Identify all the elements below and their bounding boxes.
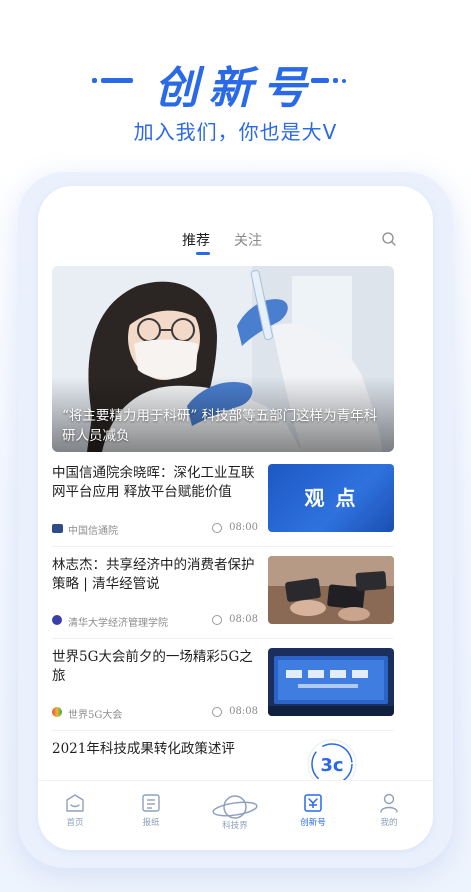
nav-label: 首页 <box>66 818 84 828</box>
active-tab-indicator <box>196 252 210 255</box>
clock-icon <box>212 523 222 533</box>
feed-tabs: 推荐 关注 <box>38 226 433 260</box>
tab-recommend[interactable]: 推荐 <box>182 230 210 250</box>
news-thumbnail: 观 点 <box>268 464 394 532</box>
news-thumbnail <box>268 648 394 716</box>
news-title: 世界5G大会前夕的一场精彩5G之旅 <box>52 649 253 684</box>
source-logo <box>52 524 63 533</box>
nav-innovation[interactable]: 创新号 <box>288 793 338 828</box>
banner-pager[interactable] <box>328 442 382 452</box>
bottom-navigation: 首页 报纸 科技界 创新号 我的 <box>38 780 433 850</box>
badge-text: 3c <box>320 755 343 776</box>
nav-home[interactable]: 首页 <box>50 793 100 828</box>
news-meta: 世界5G大会 08:08 <box>52 706 258 721</box>
news-meta: 中国信通院 08:00 <box>52 522 258 537</box>
promo-subtitle: 加入我们，你也是大V <box>133 120 338 144</box>
news-time: 08:00 <box>229 522 258 533</box>
nav-label: 报纸 <box>142 818 160 828</box>
news-time: 08:08 <box>229 706 258 717</box>
divider <box>52 730 394 731</box>
news-item[interactable]: 林志杰：共享经济中的消费者保护策略 | 清华经管说 清华大学经济管理学院 08:… <box>52 556 394 636</box>
banner-caption: “将主要精力用于科研” 科技部等五部门这样为青年科研人员减负 <box>62 408 378 444</box>
planet-icon <box>212 795 258 819</box>
profile-icon <box>380 793 398 813</box>
nav-tech-world[interactable]: 科技界 <box>210 793 260 831</box>
thumb-label: 观 点 <box>304 486 358 510</box>
divider <box>52 546 394 547</box>
divider <box>52 638 394 639</box>
promo-title: 创新号 <box>154 63 317 114</box>
tab-follow[interactable]: 关注 <box>234 230 262 250</box>
nav-newspaper[interactable]: 报纸 <box>126 793 176 828</box>
clock-icon <box>212 615 222 625</box>
news-source: 世界5G大会 <box>68 710 123 721</box>
news-item[interactable]: 世界5G大会前夕的一场精彩5G之旅 世界5G大会 08:08 <box>52 648 394 728</box>
clock-icon <box>212 707 222 717</box>
news-title: 中国信通院余晓晖：深化工业互联网平台应用 释放平台赋能价值 <box>52 465 255 500</box>
featured-banner[interactable]: “将主要精力用于科研” 科技部等五部门这样为青年科研人员减负 <box>52 266 394 452</box>
nav-label: 我的 <box>380 818 398 828</box>
innovation-icon <box>304 794 322 812</box>
source-logo <box>52 707 62 717</box>
promo-header: 创新号 加入我们，你也是大V <box>0 0 471 180</box>
newspaper-icon <box>142 794 160 812</box>
news-source: 清华大学经济管理学院 <box>68 618 168 629</box>
news-thumbnail <box>268 556 394 624</box>
phone-screen: 推荐 关注 “将主要精力用于科研” 科技部等五部门这样为青年科研人员减负 中国信… <box>38 186 433 850</box>
nav-label: 创新号 <box>300 818 326 828</box>
news-item[interactable]: 中国信通院余晓晖：深化工业互联网平台应用 释放平台赋能价值 中国信通院 08:0… <box>52 464 394 544</box>
news-source: 中国信通院 <box>68 526 118 537</box>
news-title: 林志杰：共享经济中的消费者保护策略 | 清华经管说 <box>52 557 255 592</box>
promo-decor-right <box>311 70 346 89</box>
nav-profile[interactable]: 我的 <box>364 793 414 828</box>
source-logo <box>52 615 62 625</box>
search-icon[interactable] <box>381 231 397 247</box>
news-meta: 清华大学经济管理学院 08:08 <box>52 614 258 629</box>
news-time: 08:08 <box>229 614 258 625</box>
news-title: 2021年科技成果转化政策述评 <box>52 741 235 757</box>
home-icon <box>66 794 84 812</box>
